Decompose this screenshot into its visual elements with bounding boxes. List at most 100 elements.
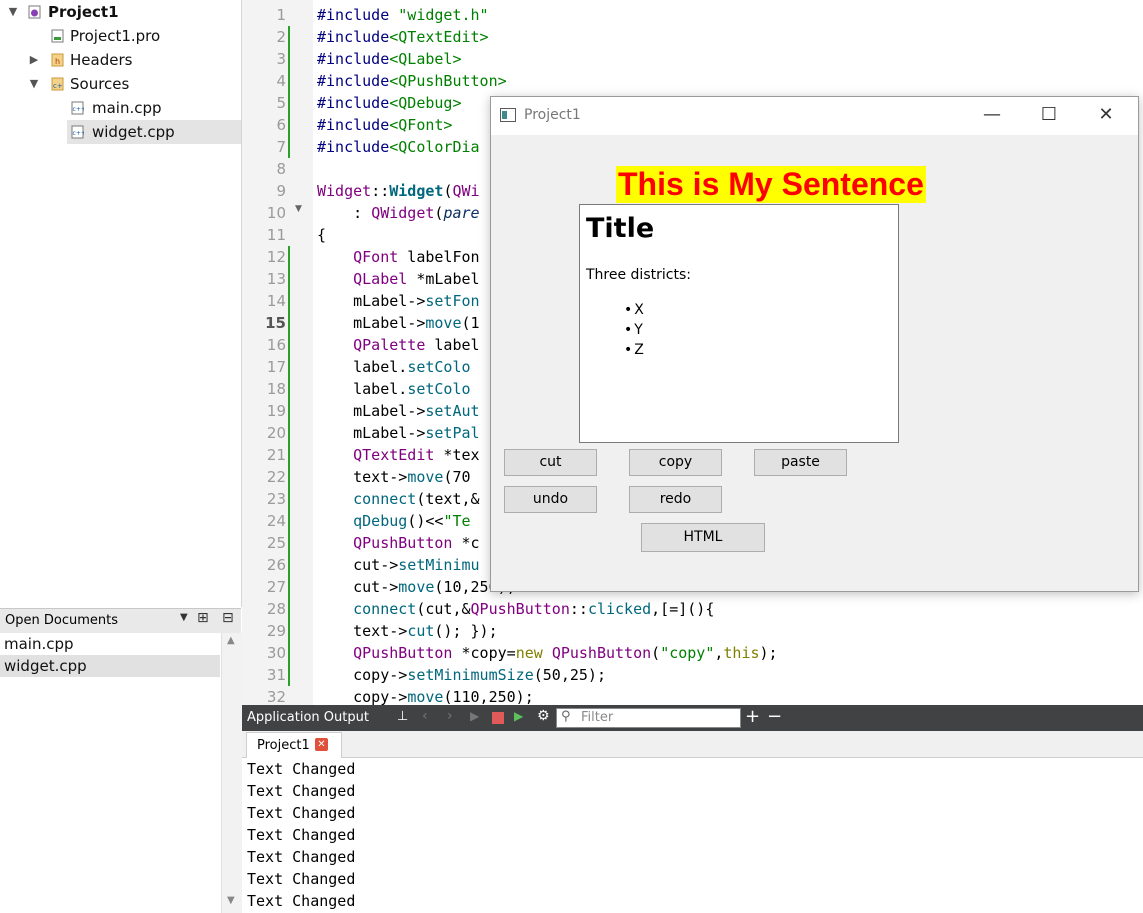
svg-text:h: h (55, 57, 60, 66)
sentence-label: This is My Sentence (616, 166, 926, 203)
line-number: 31 (266, 666, 286, 684)
project1-window: Project1 — ☐ ✕ This is My Sentence Title… (490, 96, 1139, 592)
line-number: 17 (266, 358, 286, 376)
app-window-icon (500, 108, 516, 122)
line-number: 26 (266, 556, 286, 574)
change-marker (288, 26, 290, 158)
list-item: • Y (624, 322, 643, 338)
open-document-item[interactable]: main.cpp (0, 633, 220, 655)
header-folder-icon: h (51, 53, 64, 67)
tab-project1[interactable]: Project1 ✕ (246, 732, 342, 758)
line-number: 18 (266, 380, 286, 398)
scroll-down-icon[interactable]: ▼ (227, 895, 235, 906)
output-toolbar: Application Output ⊥ ‹ › ▶ ▶ ⚙ ⚲ Filter … (242, 705, 1143, 731)
add-icon[interactable]: + (745, 706, 760, 727)
output-pane-title: Application Output (247, 710, 369, 725)
cpp-file-icon: c++ (71, 101, 84, 115)
project-name: Project1 (48, 3, 119, 21)
tree-item-headers[interactable]: ▶ h Headers (0, 48, 241, 72)
remove-icon[interactable]: − (767, 706, 782, 727)
list-item: • Z (624, 342, 644, 358)
line-number: 30 (266, 644, 286, 662)
output-line: Text Changed (247, 826, 356, 844)
gear-icon[interactable]: ⚙ (537, 708, 550, 724)
open-documents-title: Open Documents (5, 613, 118, 628)
tree-item-pro-file[interactable]: Project1.pro (0, 24, 241, 48)
close-tab-icon[interactable]: ✕ (315, 738, 328, 751)
maximize-icon[interactable]: ☐ (1026, 97, 1072, 135)
undo-button[interactable]: undo (504, 486, 597, 513)
line-number: 8 (276, 160, 286, 178)
redo-button[interactable]: redo (629, 486, 722, 513)
window-title: Project1 (524, 107, 581, 123)
paste-button[interactable]: paste (754, 449, 847, 476)
textedit-list: • X • Y • Z (624, 300, 644, 360)
tree-item-sources[interactable]: ▼ c+ Sources (0, 72, 241, 96)
close-pane-icon[interactable]: ⊟ (222, 610, 234, 626)
prev-icon[interactable]: ‹ (422, 708, 428, 724)
run-icon[interactable]: ▶ (470, 709, 479, 723)
copy-button[interactable]: copy (629, 449, 722, 476)
output-tabs: Project1 ✕ (242, 731, 1143, 758)
stop-icon[interactable] (492, 712, 504, 724)
attach-icon[interactable]: ⊥ (397, 709, 408, 724)
cut-button[interactable]: cut (504, 449, 597, 476)
output-line: Text Changed (247, 782, 356, 800)
line-number: 6 (276, 116, 286, 134)
open-document-item[interactable]: widget.cpp (0, 655, 220, 677)
minimize-icon[interactable]: — (969, 97, 1015, 135)
fold-marker-icon[interactable]: ▼ (295, 204, 302, 214)
chevron-down-icon[interactable]: ▼ (8, 0, 18, 24)
chevron-right-icon[interactable]: ▶ (29, 48, 39, 72)
debug-run-icon[interactable]: ▶ (514, 709, 523, 723)
line-number: 9 (276, 182, 286, 200)
filter-placeholder: Filter (581, 710, 614, 725)
line-number: 5 (276, 94, 286, 112)
search-icon: ⚲ (561, 709, 571, 724)
line-number: 28 (266, 600, 286, 618)
line-number: 2 (276, 28, 286, 46)
next-icon[interactable]: › (447, 708, 453, 724)
output-line: Text Changed (247, 892, 356, 910)
line-number: 13 (266, 270, 286, 288)
filter-input[interactable]: ⚲ Filter (556, 708, 741, 728)
line-number: 3 (276, 50, 286, 68)
tree-item-label: Headers (70, 51, 133, 69)
rich-text-edit[interactable]: Title Three districts: • X • Y • Z (579, 204, 899, 443)
split-icon[interactable]: ⊞ (197, 610, 209, 626)
dropdown-arrow-icon[interactable]: ▼ (180, 612, 188, 623)
project-tree: ▼ Project1 Project1.pro ▶ h Headers ▼ c+… (0, 0, 242, 607)
textedit-heading: Title (586, 213, 655, 244)
change-marker (288, 246, 290, 686)
line-number: 7 (276, 138, 286, 156)
scrollbar[interactable]: ▲ ▼ (221, 633, 242, 913)
tree-item-label: Project1.pro (70, 27, 161, 45)
textedit-paragraph: Three districts: (586, 267, 691, 283)
svg-text:c++: c++ (73, 106, 85, 113)
svg-text:c+: c+ (53, 82, 63, 90)
project-icon (28, 5, 41, 19)
window-titlebar[interactable]: Project1 — ☐ ✕ (491, 97, 1138, 135)
line-number: 27 (266, 578, 286, 596)
line-number: 14 (266, 292, 286, 310)
tree-item-label: main.cpp (92, 99, 162, 117)
line-number: 10 (266, 204, 286, 222)
scroll-up-icon[interactable]: ▲ (227, 635, 235, 646)
line-number: 22 (266, 468, 286, 486)
tree-item-project[interactable]: ▼ Project1 (0, 0, 241, 24)
close-icon[interactable]: ✕ (1083, 97, 1129, 135)
line-number: 1 (276, 6, 286, 24)
line-number: 21 (266, 446, 286, 464)
line-number: 25 (266, 534, 286, 552)
open-documents-header: Open Documents ▼ ⊞ ⊟ (0, 608, 241, 634)
svg-text:c++: c++ (73, 130, 85, 137)
output-console[interactable]: Text Changed Text Changed Text Changed T… (242, 758, 1143, 913)
tree-item-main-cpp[interactable]: c++ main.cpp (67, 96, 241, 120)
list-item: • X (624, 302, 644, 318)
line-number: 24 (266, 512, 286, 530)
chevron-down-icon[interactable]: ▼ (29, 72, 39, 96)
html-button[interactable]: HTML (641, 523, 765, 552)
tree-item-widget-cpp[interactable]: c++ widget.cpp (67, 120, 241, 144)
line-number: 4 (276, 72, 286, 90)
output-line: Text Changed (247, 760, 356, 778)
